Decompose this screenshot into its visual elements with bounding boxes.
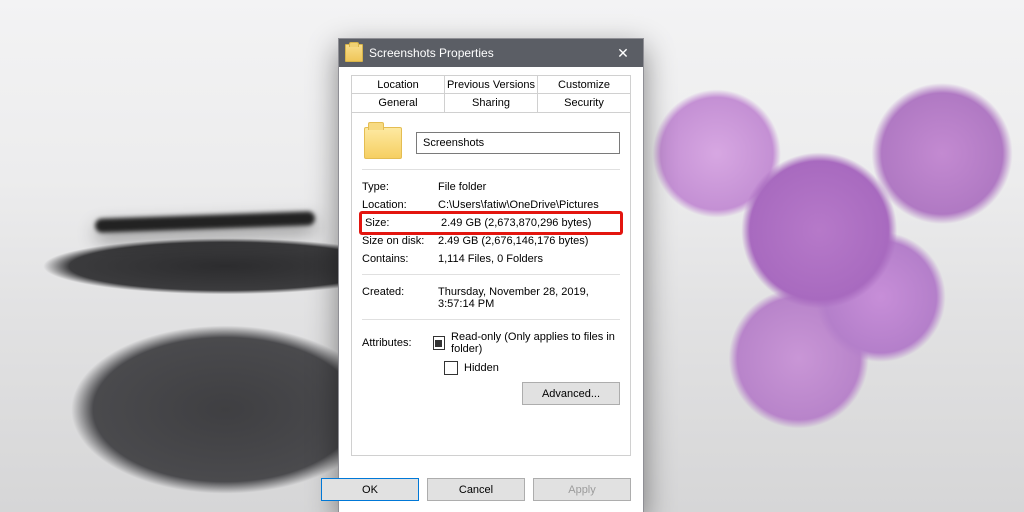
checkbox-hidden[interactable] [444, 361, 458, 375]
titlebar[interactable]: Screenshots Properties ✕ [339, 39, 643, 67]
value-size-on-disk: 2.49 GB (2,676,146,176 bytes) [438, 235, 620, 247]
cancel-button[interactable]: Cancel [427, 478, 525, 501]
advanced-button[interactable]: Advanced... [522, 382, 620, 405]
tab-security[interactable]: Security [537, 93, 631, 113]
folder-name-value: Screenshots [423, 137, 484, 149]
label-size: Size: [365, 217, 441, 229]
value-type: File folder [438, 181, 620, 193]
label-created: Created: [362, 286, 438, 310]
label-readonly: Read-only (Only applies to files in fold… [451, 331, 620, 355]
value-size: 2.49 GB (2,673,870,296 bytes) [441, 217, 617, 229]
ok-button[interactable]: OK [321, 478, 419, 501]
checkbox-readonly[interactable] [433, 336, 445, 350]
folder-name-row: Screenshots [364, 127, 620, 159]
value-created: Thursday, November 28, 2019, 3:57:14 PM [438, 286, 620, 310]
row-type: Type: File folder [362, 178, 620, 196]
close-icon[interactable]: ✕ [603, 39, 643, 67]
folder-large-icon [364, 127, 402, 159]
tab-previous-versions[interactable]: Previous Versions [444, 75, 538, 94]
row-size: Size: 2.49 GB (2,673,870,296 bytes) [362, 214, 620, 232]
label-attributes: Attributes: [362, 337, 427, 349]
row-contains: Contains: 1,114 Files, 0 Folders [362, 250, 620, 268]
row-created: Created: Thursday, November 28, 2019, 3:… [362, 283, 620, 313]
label-hidden: Hidden [464, 362, 499, 374]
client-area: Location Previous Versions Customize Gen… [339, 67, 643, 468]
tab-customize[interactable]: Customize [537, 75, 631, 94]
row-attributes-readonly: Attributes: Read-only (Only applies to f… [362, 328, 620, 358]
folder-icon [345, 44, 363, 62]
folder-name-field[interactable]: Screenshots [416, 132, 620, 154]
window-title: Screenshots Properties [369, 46, 603, 60]
tabs-row-back: Location Previous Versions Customize [351, 75, 631, 94]
separator [362, 274, 620, 275]
tab-sharing[interactable]: Sharing [444, 93, 538, 113]
dialog-footer: OK Cancel Apply [339, 468, 643, 512]
row-attributes-hidden: Hidden [362, 358, 620, 378]
label-size-on-disk: Size on disk: [362, 235, 438, 247]
tab-general[interactable]: General [351, 93, 445, 113]
separator [362, 169, 620, 170]
properties-window: Screenshots Properties ✕ Location Previo… [338, 38, 644, 512]
label-contains: Contains: [362, 253, 438, 265]
label-location: Location: [362, 199, 438, 211]
separator [362, 319, 620, 320]
tab-panel-general: Screenshots Type: File folder Location: … [351, 113, 631, 456]
value-location: C:\Users\fatiw\OneDrive\Pictures [438, 199, 620, 211]
value-contains: 1,114 Files, 0 Folders [438, 253, 620, 265]
label-type: Type: [362, 181, 438, 193]
desktop-background: Screenshots Properties ✕ Location Previo… [0, 0, 1024, 512]
row-size-on-disk: Size on disk: 2.49 GB (2,676,146,176 byt… [362, 232, 620, 250]
tabs-row-front: General Sharing Security [351, 93, 631, 113]
apply-button[interactable]: Apply [533, 478, 631, 501]
tab-location[interactable]: Location [351, 75, 445, 94]
